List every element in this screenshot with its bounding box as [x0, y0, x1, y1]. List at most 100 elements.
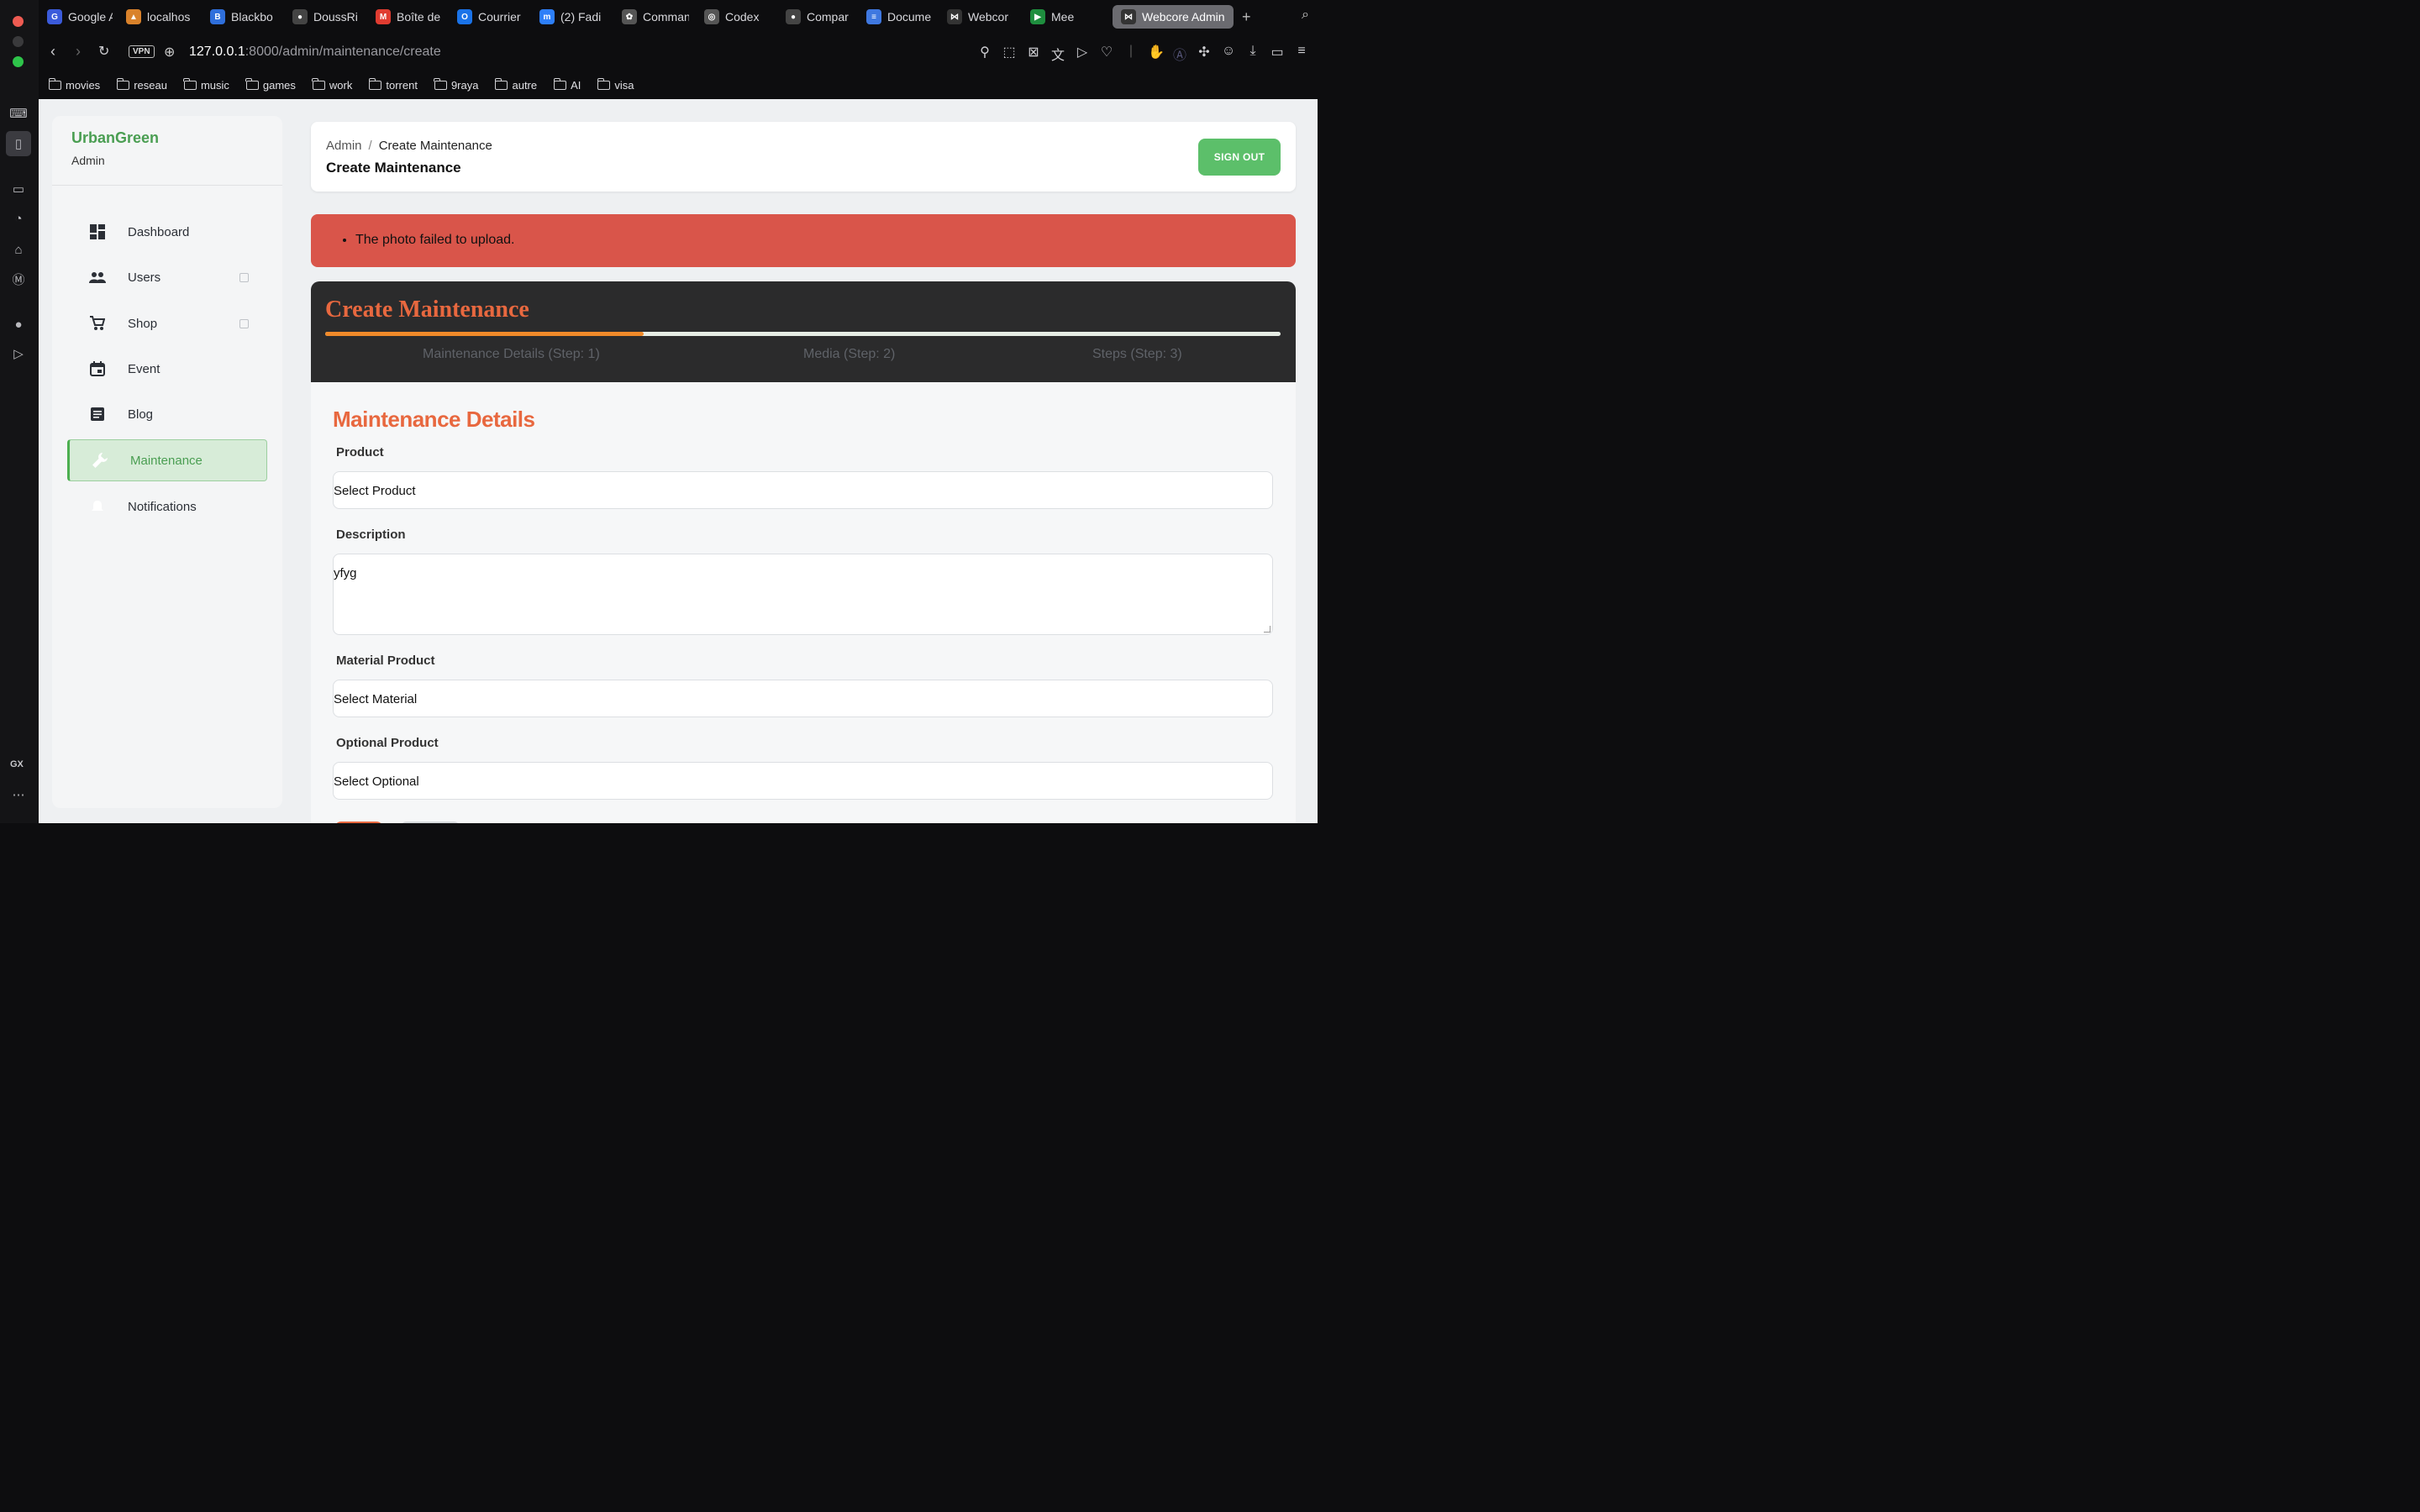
reload-icon[interactable]: ↻ — [98, 43, 109, 60]
robot-icon[interactable]: ⌂ — [9, 240, 28, 259]
step-2-tab[interactable]: Media (Step: 2) — [803, 347, 895, 362]
folder-icon — [553, 77, 567, 90]
bookmark-folder[interactable]: movies — [48, 71, 100, 99]
sidebar-item-users[interactable]: Users — [67, 256, 267, 298]
breadcrumb-admin[interactable]: Admin — [326, 139, 362, 153]
tab-label: localhos — [147, 10, 191, 24]
bookmark-label: AI — [571, 78, 581, 92]
form-header: Create Maintenance Maintenance Details (… — [311, 281, 1296, 382]
adblock-icon[interactable]: ⊠ — [1026, 44, 1041, 64]
m-app-icon[interactable]: Ⓜ — [9, 270, 28, 288]
expand-icon[interactable] — [239, 272, 249, 282]
site-info-icon[interactable]: ⊕ — [164, 44, 175, 60]
resize-handle[interactable] — [1264, 626, 1270, 633]
tab-search-icon[interactable]: ⌕ — [1302, 8, 1309, 23]
tab-favicon-icon: ✿ — [622, 9, 637, 24]
translate-icon[interactable]: 文 — [1050, 44, 1065, 64]
browser-tab[interactable]: B Blackbo — [210, 5, 276, 29]
bookmark-folder[interactable]: torrent — [368, 71, 418, 99]
bookmark-folder[interactable]: autre — [494, 71, 537, 99]
minimize-window-button[interactable] — [13, 36, 24, 47]
step-3-tab[interactable]: Steps (Step: 3) — [1092, 347, 1182, 362]
flow-icon[interactable]: ▷ — [1075, 44, 1090, 64]
split-view-icon[interactable]: ▯ — [6, 131, 31, 156]
bookmark-label: visa — [614, 78, 634, 92]
browser-tab[interactable]: ⋈ Webcore Admin — [1113, 5, 1234, 29]
battery-icon[interactable]: ▭ — [1270, 44, 1285, 64]
sidebar-item-label: Blog — [128, 407, 154, 422]
twitch-icon[interactable]: ▭ — [9, 180, 28, 198]
sidebar-item-dashboard[interactable]: Dashboard — [67, 211, 267, 253]
tab-label: (2) Fadi — [560, 10, 602, 24]
spotify-icon[interactable]: ● — [9, 315, 28, 333]
tab-label: Docume — [887, 10, 932, 24]
gamepad-icon[interactable]: ⌨ — [9, 104, 28, 123]
extension-a-icon[interactable]: Ⓐ — [1172, 44, 1187, 64]
sidebar-item-notifications[interactable]: Notifications — [67, 486, 267, 528]
bookmark-folder[interactable]: music — [183, 71, 229, 99]
more-icon[interactable]: ⋯ — [9, 785, 28, 804]
page-viewport: UrbanGreen Admin Dashboard Users Shop Event… — [39, 99, 1318, 823]
browser-tab[interactable]: m (2) Fadi — [539, 5, 607, 29]
optional-select-value: Select Optional — [334, 774, 419, 789]
send-icon[interactable]: ▷ — [9, 344, 28, 363]
browser-tab[interactable]: ◎ Codex — [704, 5, 763, 29]
menu-icon[interactable]: ≡ — [1294, 44, 1309, 64]
form-title: Create Maintenance — [325, 297, 529, 323]
new-tab-icon[interactable]: + — [1242, 8, 1251, 26]
gx-label[interactable]: GX — [10, 759, 24, 769]
browser-tab[interactable]: ✿ Comman — [622, 5, 689, 29]
download-icon[interactable]: ⤓ — [1245, 44, 1260, 64]
product-select[interactable]: Select Product — [333, 471, 1273, 509]
bookmark-folder[interactable]: 9raya — [434, 71, 478, 99]
browser-tab[interactable]: ▲ localhos — [126, 5, 198, 29]
tab-favicon-icon: G — [47, 9, 62, 24]
forward-icon[interactable]: › — [76, 43, 81, 60]
sidebar-item-label: Event — [128, 361, 160, 376]
browser-tab[interactable]: ● Compar — [786, 5, 853, 29]
bookmark-folder[interactable]: visa — [597, 71, 634, 99]
bookmark-folder[interactable]: work — [312, 71, 352, 99]
material-select[interactable]: Select Material — [333, 680, 1273, 717]
browser-tab[interactable]: O Courrier — [457, 5, 523, 29]
optional-select[interactable]: Select Optional — [333, 762, 1273, 800]
description-textarea[interactable]: yfyg — [333, 554, 1273, 635]
snapshot-icon[interactable]: ⬚ — [1002, 44, 1017, 64]
browser-tab[interactable]: ⋈ Webcor — [947, 5, 1018, 29]
folder-icon — [116, 77, 130, 90]
close-window-button[interactable] — [13, 16, 24, 27]
sidebar-item-maintenance[interactable]: Maintenance — [67, 439, 267, 481]
sidebar-item-shop[interactable]: Shop — [67, 302, 267, 344]
maximize-window-button[interactable] — [13, 56, 24, 67]
speed-dial-icon[interactable]: ◔ — [9, 209, 28, 228]
next-button[interactable] — [334, 822, 383, 823]
tab-favicon-icon: ● — [292, 9, 308, 24]
calendar-icon — [89, 360, 106, 377]
page-header: Admin / Create Maintenance Create Maintena… — [311, 122, 1296, 192]
description-label: Description — [336, 528, 406, 542]
step-1-tab[interactable]: Maintenance Details (Step: 1) — [423, 347, 600, 362]
pin-icon[interactable]: ⚲ — [977, 44, 992, 64]
vpn-badge[interactable]: VPN — [129, 45, 155, 58]
browser-tab[interactable]: M Boîte de — [376, 5, 443, 29]
brand-name[interactable]: UrbanGreen — [71, 129, 159, 147]
extension-stop-icon[interactable]: ✋ — [1148, 44, 1165, 64]
dashboard-icon — [89, 223, 106, 240]
sign-out-button[interactable]: SIGN OUT — [1198, 139, 1281, 176]
browser-tab[interactable]: ● DoussRi — [292, 5, 361, 29]
url-field[interactable]: 127.0.0.1:8000/admin/maintenance/create — [189, 45, 441, 60]
extensions-icon[interactable]: ✣ — [1197, 44, 1212, 64]
bookmark-folder[interactable]: AI — [553, 71, 581, 99]
browser-tab[interactable]: G Google A — [47, 5, 113, 29]
cancel-button[interactable] — [400, 822, 460, 823]
heart-icon[interactable]: ♡ — [1099, 44, 1114, 64]
sidebar-item-blog[interactable]: Blog — [67, 393, 267, 435]
profile-avatar[interactable]: ☺ — [1221, 44, 1236, 64]
browser-tab[interactable]: ▶ Mee — [1030, 5, 1097, 29]
bookmark-folder[interactable]: games — [245, 71, 296, 99]
browser-tab[interactable]: ≡ Docume — [866, 5, 932, 29]
expand-icon[interactable] — [239, 318, 249, 328]
bookmark-folder[interactable]: reseau — [116, 71, 167, 99]
sidebar-item-event[interactable]: Event — [67, 348, 267, 390]
back-icon[interactable]: ‹ — [50, 43, 55, 60]
